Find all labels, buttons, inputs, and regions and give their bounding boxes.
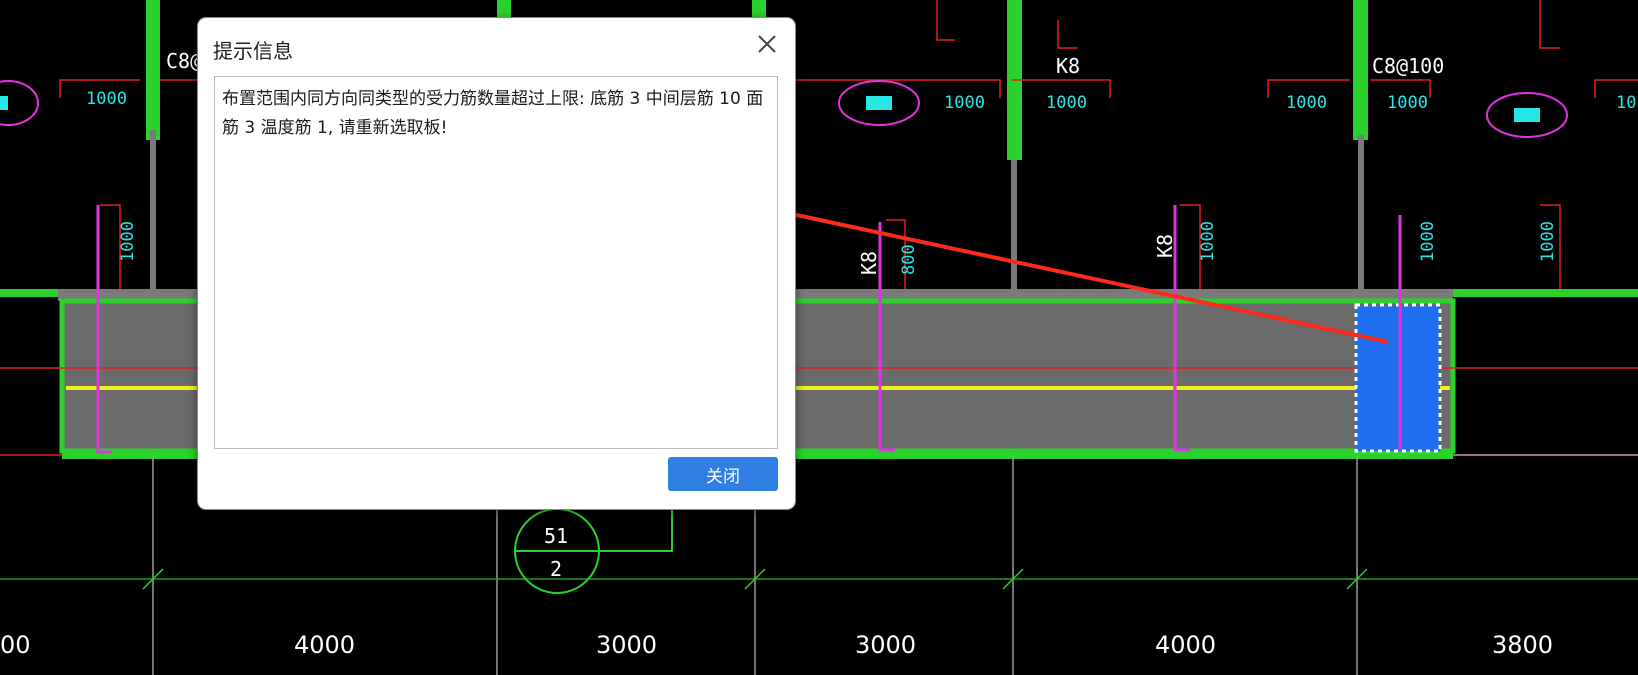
label-1000-top-d: 1000 — [1286, 93, 1327, 113]
label-1000-top-b: 1000 — [944, 93, 985, 113]
column-stub-4 — [1011, 160, 1017, 290]
dialog-title: 提示信息 — [213, 39, 293, 63]
column-stub-5 — [1358, 135, 1364, 290]
close-icon[interactable] — [753, 30, 781, 58]
message-textarea[interactable]: 布置范围内同方向同类型的受力筋数量超过上限: 底筋 3 中间层筋 10 面筋 3… — [214, 76, 778, 449]
label-1000-top-e: 1000 — [1387, 93, 1428, 113]
label-800-vert: 800 — [899, 244, 919, 275]
axis-tag-leader — [599, 510, 673, 552]
axis-tag-top: 51 — [544, 524, 568, 548]
prompt-dialog: 提示信息 布置范围内同方向同类型的受力筋数量超过上限: 底筋 3 中间层筋 10… — [197, 17, 796, 510]
beam-vertical-5 — [1353, 0, 1368, 140]
selected-slab[interactable] — [1356, 305, 1440, 451]
beam-vertical-3 — [497, 0, 511, 18]
label-1000-vert-b: 1000 — [1198, 221, 1218, 262]
label-10-partial: 10 — [1616, 93, 1636, 113]
label-k8-right: K8 — [1153, 234, 1177, 258]
span-dim-0: 00 — [0, 631, 31, 659]
close-button[interactable]: 关闭 — [668, 457, 778, 491]
label-k8-mid: K8 — [857, 251, 881, 275]
beam-vertical-1 — [146, 0, 160, 140]
label-1000-vert-d: 1000 — [1538, 221, 1558, 262]
label-k8-top: K8 — [1056, 54, 1080, 78]
span-dim-4: 4000 — [1155, 631, 1216, 659]
label-c8-right: C8@100 — [1372, 54, 1444, 78]
column-stub-1 — [150, 130, 156, 290]
span-dim-5: 3800 — [1492, 631, 1553, 659]
span-dim-2: 3000 — [596, 631, 657, 659]
axis-tag-bottom: 2 — [550, 557, 562, 581]
label-1000-top-c: 1000 — [1046, 93, 1087, 113]
span-dim-1: 4000 — [294, 631, 355, 659]
label-1000-top-a: 1000 — [86, 89, 127, 109]
span-dim-3: 3000 — [855, 631, 916, 659]
label-1000-vert-c: 1000 — [1418, 221, 1438, 262]
label-1000-vert-a: 1000 — [118, 221, 138, 262]
